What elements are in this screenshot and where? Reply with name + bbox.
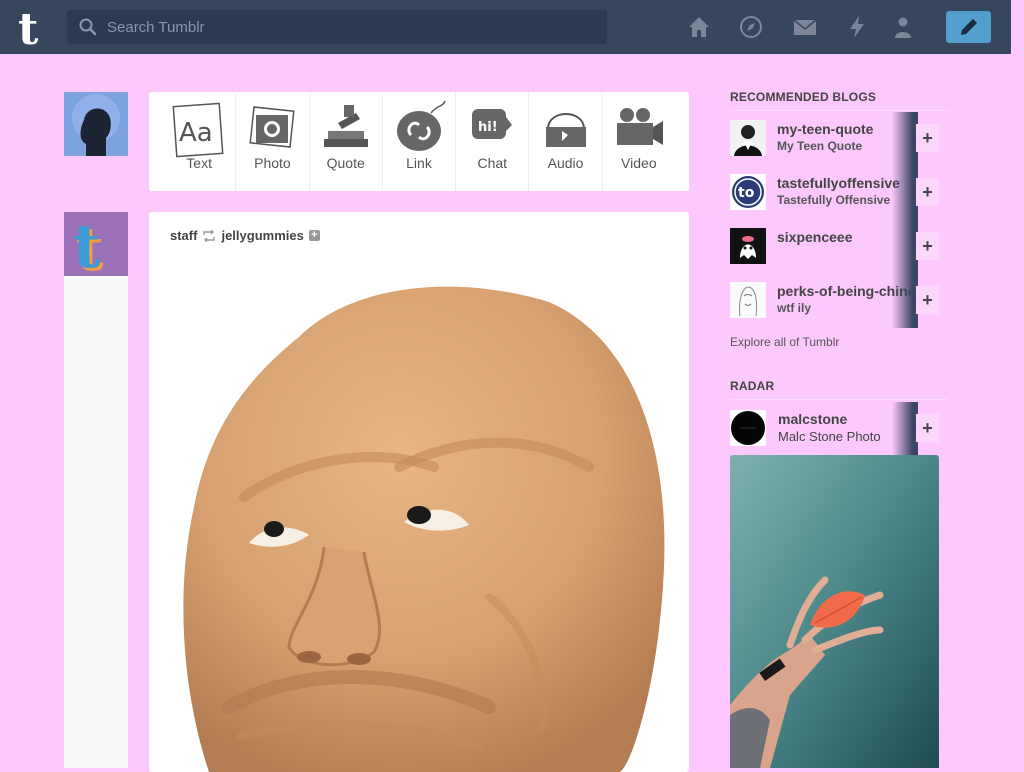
post-type-chat[interactable]: hi! Chat — [456, 92, 530, 191]
svg-text:hi!: hi! — [478, 120, 498, 135]
follow-button[interactable]: + — [916, 232, 939, 260]
recommended-blog[interactable]: to tastefullyoffensive Tastefully Offens… — [730, 166, 939, 220]
blog-avatar[interactable] — [730, 228, 766, 264]
row-fade — [892, 220, 918, 274]
search-input[interactable] — [105, 17, 607, 37]
post-type-quote[interactable]: Quote — [310, 92, 383, 191]
recommended-blog[interactable]: my-teen-quote My Teen Quote + — [730, 112, 939, 166]
post-author-link[interactable]: staff — [170, 228, 197, 243]
blog-avatar-image — [730, 228, 766, 264]
row-fade — [892, 402, 918, 456]
blog-avatar[interactable] — [730, 120, 766, 156]
dashboard-post: staff jellygummies + — [149, 212, 689, 772]
post-type-video[interactable]: Video — [603, 92, 675, 191]
top-navigation-bar: t — [0, 0, 1011, 54]
quote-icon — [323, 105, 368, 147]
explore-link[interactable]: Explore all of Tumblr — [730, 335, 839, 349]
blog-avatar-image — [730, 282, 766, 318]
post-type-label: Photo — [254, 155, 291, 171]
post-author-avatar[interactable]: t t — [64, 212, 128, 276]
blog-avatar[interactable]: to — [730, 174, 766, 210]
post-type-label: Video — [621, 155, 657, 171]
default-avatar-image — [64, 92, 128, 156]
row-fade — [892, 166, 918, 220]
post-type-photo[interactable]: Photo — [236, 92, 310, 191]
avatar-rail — [64, 276, 128, 768]
link-icon — [396, 100, 446, 151]
follow-plus-icon[interactable]: + — [308, 230, 320, 241]
account-icon[interactable] — [891, 15, 915, 39]
post-type-label: Quote — [326, 155, 365, 171]
inbox-icon[interactable] — [793, 15, 817, 39]
post-header: staff jellygummies + — [170, 228, 320, 243]
recommended-blog[interactable]: sixpenceee + — [730, 220, 939, 274]
post-type-label: Text — [186, 155, 212, 171]
blog-avatar-image — [730, 120, 766, 156]
recommended-blog[interactable]: perks-of-being-chinese wtf ily + — [730, 274, 939, 328]
post-type-text[interactable]: Aa Text — [163, 92, 237, 191]
photo-icon — [249, 106, 296, 148]
hand-holding-leaf-image — [730, 455, 939, 768]
post-type-label: Chat — [477, 155, 508, 171]
blog-avatar-image: to — [730, 174, 766, 210]
follow-button[interactable]: + — [916, 414, 939, 442]
row-fade — [892, 274, 918, 328]
post-type-audio[interactable]: Audio — [529, 92, 603, 191]
explore-icon[interactable] — [739, 15, 763, 39]
video-icon — [616, 108, 663, 145]
post-type-label: Link — [406, 155, 432, 171]
compose-button[interactable] — [946, 11, 991, 43]
svg-text:Aa: Aa — [179, 118, 213, 148]
follow-button[interactable]: + — [916, 286, 939, 314]
radar-photo[interactable] — [730, 455, 939, 768]
audio-icon — [545, 113, 586, 147]
text-icon: Aa — [172, 102, 224, 158]
blog-avatar[interactable] — [730, 410, 766, 446]
activity-icon[interactable] — [845, 15, 869, 39]
reblog-icon — [203, 229, 216, 242]
reblogged-from-link[interactable]: jellygummies — [221, 228, 303, 243]
follow-button[interactable]: + — [916, 124, 939, 152]
radar-heading: RADAR — [730, 379, 948, 400]
post-type-label: Audio — [547, 155, 584, 171]
home-icon[interactable] — [687, 15, 711, 39]
radar-blog[interactable]: malcstone Malc Stone Photo + — [730, 402, 939, 456]
post-photo[interactable] — [149, 267, 689, 772]
search-icon — [79, 18, 97, 36]
pencil-icon — [960, 19, 977, 35]
follow-button[interactable]: + — [916, 178, 939, 206]
tumblr-logo[interactable]: t — [16, 6, 52, 48]
chat-icon: hi! — [472, 109, 513, 139]
svg-text:t: t — [18, 6, 39, 48]
staff-avatar-image: t t — [64, 212, 128, 276]
blog-avatar-image — [730, 410, 766, 446]
blog-avatar[interactable] — [730, 282, 766, 318]
post-type-selector: Aa Text Photo Quote Link hi! Chat Audio … — [149, 92, 689, 191]
post-type-link[interactable]: Link — [383, 92, 457, 191]
search-bar[interactable] — [67, 10, 607, 44]
svg-text:to: to — [738, 185, 755, 201]
user-avatar[interactable] — [64, 92, 128, 156]
row-fade — [892, 112, 918, 166]
svg-text:t: t — [73, 212, 101, 276]
recommended-blogs-heading: RECOMMENDED BLOGS — [730, 90, 948, 111]
